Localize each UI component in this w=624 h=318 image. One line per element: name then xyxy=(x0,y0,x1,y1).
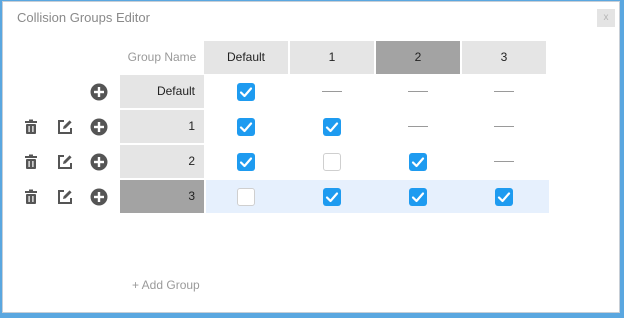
matrix-cell xyxy=(376,145,460,178)
dash-indicator xyxy=(494,91,514,92)
collision-checkbox[interactable] xyxy=(237,188,255,206)
plus-circle-icon[interactable] xyxy=(89,117,109,137)
trash-icon[interactable] xyxy=(21,187,41,207)
collision-groups-window: Collision Groups Editor x Group Name Def… xyxy=(2,1,620,313)
plus-circle-icon[interactable] xyxy=(89,82,109,102)
dash-indicator xyxy=(494,126,514,127)
collision-checkbox[interactable] xyxy=(237,153,255,171)
collision-checkbox[interactable] xyxy=(409,153,427,171)
matrix-cell xyxy=(290,110,374,143)
row-name[interactable]: 2 xyxy=(120,145,204,178)
trash-icon[interactable] xyxy=(21,152,41,172)
collision-checkbox[interactable] xyxy=(323,118,341,136)
collision-checkbox[interactable] xyxy=(237,83,255,101)
column-header[interactable]: 1 xyxy=(290,41,374,74)
plus-circle-icon[interactable] xyxy=(89,187,109,207)
column-header[interactable]: Default xyxy=(204,41,288,74)
plus-circle-icon[interactable] xyxy=(89,152,109,172)
matrix-cell xyxy=(290,75,374,108)
matrix-cell xyxy=(204,145,288,178)
row-name[interactable]: 1 xyxy=(120,110,204,143)
matrix-cell xyxy=(376,75,460,108)
matrix-cell xyxy=(462,75,546,108)
collision-checkbox[interactable] xyxy=(495,188,513,206)
edit-icon[interactable] xyxy=(55,152,75,172)
row-name[interactable]: Default xyxy=(120,75,204,108)
dash-indicator xyxy=(322,91,342,92)
collision-checkbox[interactable] xyxy=(237,118,255,136)
matrix-cell xyxy=(290,145,374,178)
matrix-cell xyxy=(462,180,546,213)
matrix-cell xyxy=(376,110,460,143)
matrix-cell xyxy=(462,145,546,178)
matrix-cell xyxy=(462,110,546,143)
group-name-header: Group Name xyxy=(127,50,197,64)
collision-checkbox[interactable] xyxy=(323,153,341,171)
close-button[interactable]: x xyxy=(597,9,615,27)
collision-checkbox[interactable] xyxy=(409,188,427,206)
dash-indicator xyxy=(494,161,514,162)
matrix-cell xyxy=(290,180,374,213)
collision-checkbox[interactable] xyxy=(323,188,341,206)
dash-indicator xyxy=(408,91,428,92)
matrix-cell xyxy=(204,180,288,213)
row-name[interactable]: 3 xyxy=(120,180,204,213)
add-group-button[interactable]: + Add Group xyxy=(132,278,200,292)
window-title: Collision Groups Editor xyxy=(17,10,150,25)
column-header[interactable]: 2 xyxy=(376,41,460,74)
trash-icon[interactable] xyxy=(21,117,41,137)
edit-icon[interactable] xyxy=(55,187,75,207)
matrix-cell xyxy=(376,180,460,213)
column-header[interactable]: 3 xyxy=(462,41,546,74)
edit-icon[interactable] xyxy=(55,117,75,137)
dash-indicator xyxy=(408,126,428,127)
matrix-cell xyxy=(204,75,288,108)
matrix-cell xyxy=(204,110,288,143)
